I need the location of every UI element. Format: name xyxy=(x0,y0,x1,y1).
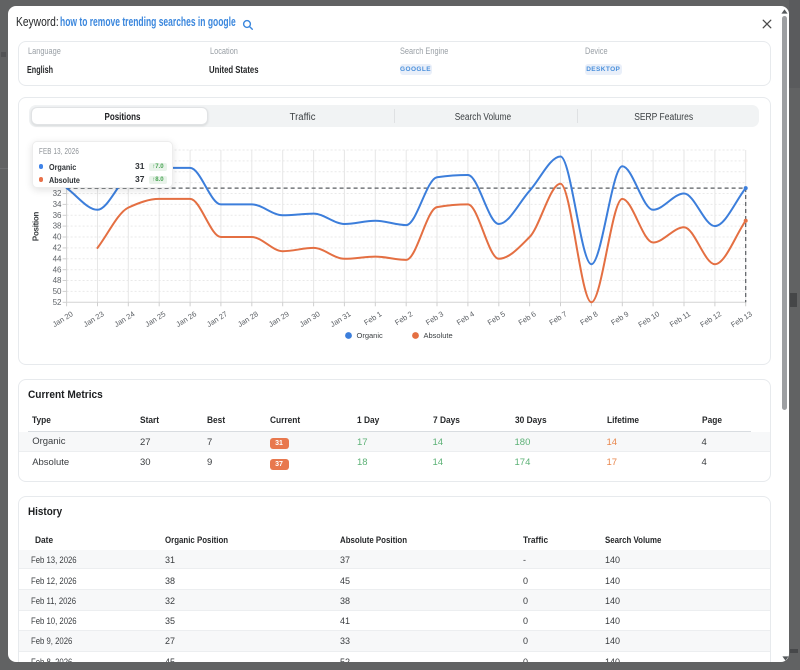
svg-text:Jan 28: Jan 28 xyxy=(235,309,259,329)
svg-text:Absolute: Absolute xyxy=(423,331,452,340)
svg-text:Organic: Organic xyxy=(356,331,383,340)
svg-text:Feb 8: Feb 8 xyxy=(578,309,599,327)
svg-text:52: 52 xyxy=(52,298,61,307)
svg-text:Feb 1: Feb 1 xyxy=(362,309,383,327)
svg-text:Feb 5: Feb 5 xyxy=(485,309,506,327)
svg-text:Feb 12: Feb 12 xyxy=(698,309,723,329)
svg-text:Jan 23: Jan 23 xyxy=(81,309,105,329)
svg-text:48: 48 xyxy=(52,276,61,285)
svg-text:Feb 3: Feb 3 xyxy=(424,309,445,327)
svg-text:Jan 29: Jan 29 xyxy=(266,309,290,329)
svg-text:Jan 27: Jan 27 xyxy=(205,309,229,329)
svg-text:34: 34 xyxy=(52,200,61,209)
svg-text:Feb 9: Feb 9 xyxy=(609,309,630,327)
svg-text:40: 40 xyxy=(52,233,61,242)
svg-text:Jan 25: Jan 25 xyxy=(143,309,167,329)
svg-text:42: 42 xyxy=(52,244,61,253)
svg-text:Feb 13: Feb 13 xyxy=(729,309,754,329)
svg-text:Position: Position xyxy=(31,212,40,242)
svg-text:46: 46 xyxy=(52,265,61,274)
svg-text:Feb 10: Feb 10 xyxy=(636,309,661,329)
svg-text:38: 38 xyxy=(52,222,61,231)
svg-text:Jan 26: Jan 26 xyxy=(174,309,198,329)
svg-text:44: 44 xyxy=(52,254,61,263)
svg-text:50: 50 xyxy=(52,287,61,296)
svg-text:Feb 4: Feb 4 xyxy=(454,309,475,327)
svg-text:Jan 20: Jan 20 xyxy=(50,309,74,329)
svg-text:Feb 11: Feb 11 xyxy=(667,309,691,329)
svg-text:36: 36 xyxy=(52,211,61,220)
svg-text:Jan 31: Jan 31 xyxy=(328,309,352,329)
svg-text:Feb 2: Feb 2 xyxy=(393,309,414,327)
svg-text:32: 32 xyxy=(52,189,61,198)
svg-text:Jan 24: Jan 24 xyxy=(112,309,136,329)
svg-text:Feb 7: Feb 7 xyxy=(547,309,568,327)
svg-text:Feb 6: Feb 6 xyxy=(516,309,537,327)
svg-text:Jan 30: Jan 30 xyxy=(297,309,321,329)
